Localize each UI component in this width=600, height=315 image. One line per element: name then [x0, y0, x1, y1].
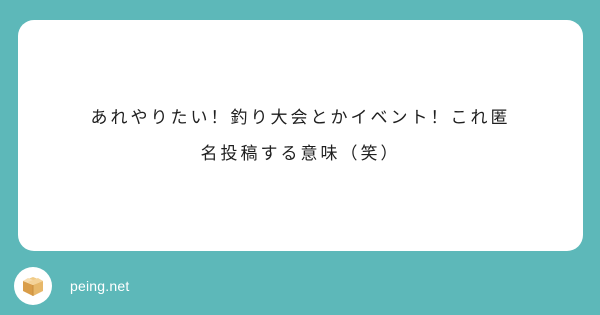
footer: peing.net: [14, 267, 129, 305]
question-text: あれやりたい！釣り大会とかイベント！これ匿 名投稿する意味（笑）: [90, 107, 511, 164]
brand-link[interactable]: peing.net: [70, 278, 129, 294]
cardboard-box-icon: [14, 267, 52, 305]
question-card: あれやりたい！釣り大会とかイベント！これ匿 名投稿する意味（笑）: [18, 20, 583, 251]
